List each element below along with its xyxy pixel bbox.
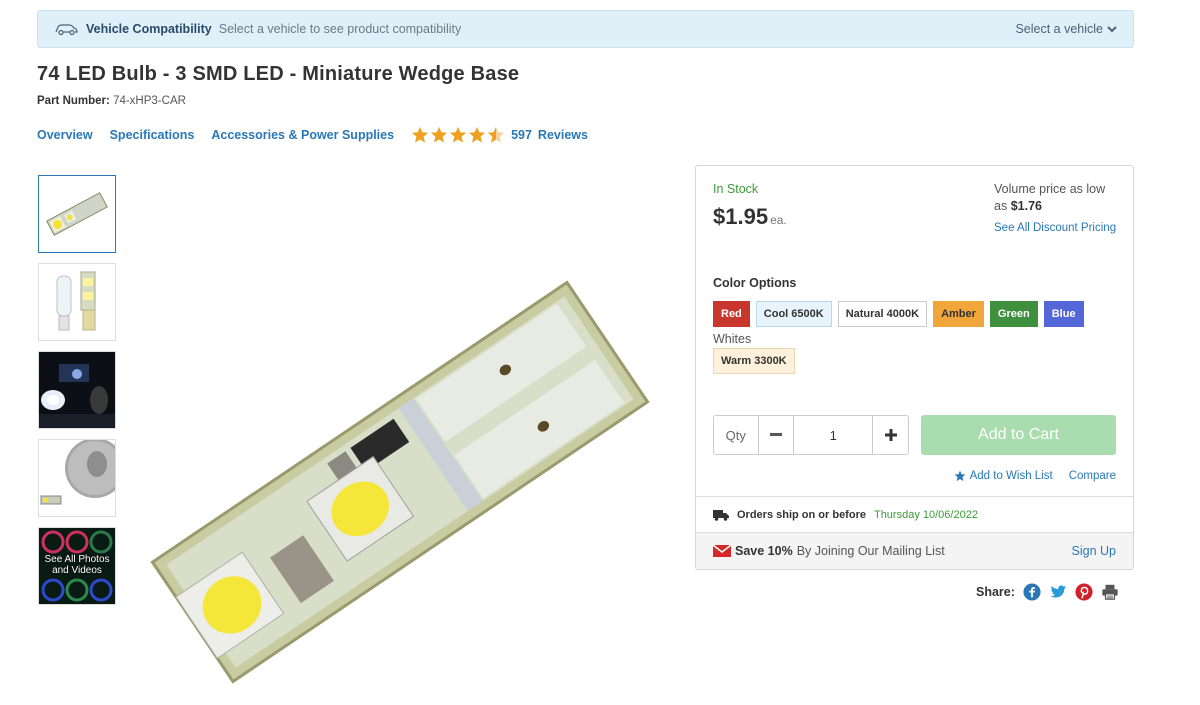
- review-count: 597: [511, 128, 532, 142]
- see-all-photos-label: See All Photos and Videos: [44, 554, 110, 576]
- truck-icon: [713, 509, 729, 521]
- twitter-icon[interactable]: [1049, 583, 1067, 601]
- vehicle-compatibility-title: Vehicle Compatibility: [86, 22, 212, 36]
- qty-input[interactable]: 1: [793, 416, 872, 454]
- thumbnail-see-all[interactable]: See All Photos and Videos: [38, 527, 116, 605]
- shipping-info: Orders ship on or before Thursday 10/06/…: [696, 496, 1133, 532]
- share-bar: Share:: [976, 583, 1119, 601]
- swatch-warm-3300k[interactable]: Warm 3300K: [713, 348, 795, 374]
- share-label: Share:: [976, 585, 1015, 599]
- add-to-cart-button[interactable]: Add to Cart: [921, 415, 1116, 455]
- select-vehicle-dropdown[interactable]: Select a vehicle: [1015, 22, 1117, 36]
- add-to-wish-list-link[interactable]: Add to Wish List: [954, 470, 1053, 482]
- reviews-label: Reviews: [537, 128, 588, 142]
- swatch-red[interactable]: Red: [713, 301, 750, 327]
- thumbnail-2[interactable]: [38, 263, 116, 341]
- swatch-amber[interactable]: Amber: [933, 301, 984, 327]
- star-half-icon: [487, 126, 505, 143]
- swatch-cool-6500k[interactable]: Cool 6500K: [755, 301, 832, 327]
- star-icon: [430, 126, 448, 143]
- sign-up-link[interactable]: Sign Up: [1072, 544, 1116, 558]
- rating-stars[interactable]: [411, 126, 505, 144]
- thumbnail-1[interactable]: [38, 175, 116, 253]
- reviews-link[interactable]: 597 Reviews: [511, 128, 588, 142]
- swatch-natural-4000k[interactable]: Natural 4000K: [837, 301, 928, 327]
- mailing-list-text: By Joining Our Mailing List: [796, 544, 945, 558]
- vehicle-compatibility-text: Select a vehicle to see product compatib…: [218, 22, 462, 36]
- swatch-blue[interactable]: Blue: [1043, 301, 1084, 327]
- star-icon: [468, 126, 486, 143]
- wish-list-label: Add to Wish List: [969, 470, 1053, 482]
- color-swatches: Red Cool 6500K Natural 4000K Amber Green…: [713, 301, 1084, 327]
- secondary-actions: Add to Wish List Compare: [954, 470, 1116, 482]
- swatch-green[interactable]: Green: [989, 301, 1038, 327]
- price-value: $1.95: [713, 204, 769, 229]
- price-unit: ea.: [770, 213, 787, 227]
- tab-accessories[interactable]: Accessories & Power Supplies: [211, 128, 394, 142]
- star-icon: [411, 126, 429, 143]
- quantity-stepper: Qty 1: [713, 415, 909, 455]
- chevron-down-icon: [1107, 26, 1117, 33]
- thumbnail-3[interactable]: [38, 351, 116, 429]
- part-number: Part Number: 74-xHP3-CAR: [37, 95, 186, 107]
- select-vehicle-label: Select a vehicle: [1015, 22, 1103, 36]
- facebook-icon[interactable]: [1023, 583, 1041, 601]
- thumbnail-4[interactable]: [38, 439, 116, 517]
- star-icon: [449, 126, 467, 143]
- print-icon[interactable]: [1101, 583, 1119, 601]
- price: $1.95 ea.: [713, 204, 787, 230]
- discount-pricing-link[interactable]: See All Discount Pricing: [994, 220, 1119, 236]
- ship-label: Orders ship on or before: [737, 508, 866, 521]
- pinterest-icon[interactable]: [1075, 583, 1093, 601]
- star-icon: [954, 470, 965, 482]
- vehicle-compatibility-bar: Vehicle Compatibility Select a vehicle t…: [37, 10, 1134, 48]
- increase-qty-button[interactable]: [872, 416, 908, 454]
- mailing-list-promo: Save 10% By Joining Our Mailing List Sig…: [696, 532, 1133, 569]
- tab-overview[interactable]: Overview: [37, 128, 93, 142]
- save-label: Save 10%: [735, 544, 793, 558]
- tab-specifications[interactable]: Specifications: [110, 128, 195, 142]
- decrease-qty-button[interactable]: [757, 416, 794, 454]
- part-number-label: Part Number:: [37, 95, 110, 107]
- envelope-icon: [713, 545, 731, 557]
- part-number-value: 74-xHP3-CAR: [113, 95, 186, 107]
- compare-link[interactable]: Compare: [1069, 470, 1116, 482]
- volume-pricing: Volume price as low as $1.76 See All Dis…: [994, 181, 1119, 236]
- volume-price: $1.76: [1010, 199, 1042, 213]
- main-product-image[interactable]: [130, 262, 670, 702]
- product-title: 74 LED Bulb - 3 SMD LED - Miniature Wedg…: [37, 63, 520, 85]
- product-tabs: Overview Specifications Accessories & Po…: [37, 126, 588, 144]
- qty-label: Qty: [725, 427, 746, 443]
- buy-box: In Stock $1.95 ea. Volume price as low as…: [695, 165, 1134, 570]
- color-options-label: Color Options: [713, 276, 797, 290]
- stock-status: In Stock: [713, 182, 759, 196]
- thumbnail-gallery: See All Photos and Videos: [38, 175, 116, 615]
- minus-icon: [769, 433, 782, 436]
- ship-date: Thursday 10/06/2022: [873, 508, 978, 521]
- plus-icon: [884, 429, 897, 441]
- whites-label: Whites: [713, 332, 752, 346]
- car-icon: [54, 22, 78, 36]
